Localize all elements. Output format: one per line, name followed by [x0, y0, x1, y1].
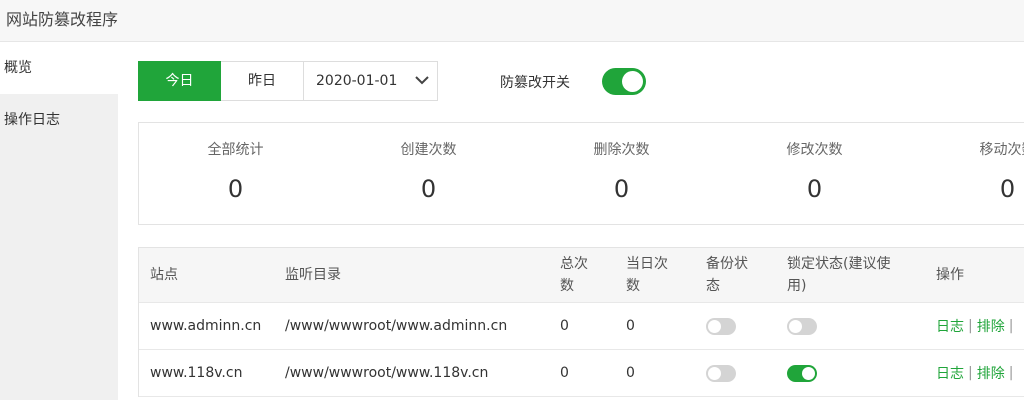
stat-value: 0: [613, 175, 630, 203]
site-table: 站点 监听目录 总次数 当日次数 备份状态 锁定状态(建议使 用) 操作 www.…: [138, 247, 1024, 397]
separator: |: [968, 318, 973, 334]
lock-cell: [787, 350, 917, 396]
log-link[interactable]: 日志: [936, 363, 964, 383]
stat-value: 0: [999, 175, 1016, 203]
yesterday-button[interactable]: 昨日: [221, 61, 304, 101]
toggle-knob: [622, 71, 643, 92]
protect-switch-label: 防篡改开关: [500, 75, 570, 91]
header-total-line2: 数: [560, 278, 574, 294]
toggle-knob: [802, 366, 815, 380]
stat-value: 0: [227, 175, 244, 203]
stat-total: 全部统计 0: [139, 123, 332, 226]
lock-toggle[interactable]: [787, 364, 817, 382]
header-ops: 操作: [936, 267, 964, 283]
stat-label: 修改次数: [786, 142, 843, 158]
date-select-value: 2020-01-01: [316, 73, 398, 89]
app-title: 网站防篡改程序: [6, 10, 119, 29]
header-site: 站点: [150, 267, 178, 283]
today-button[interactable]: 今日: [138, 61, 221, 101]
ops-cell: 日志 | 排除 |: [936, 350, 1024, 396]
sidebar-item-operation-log[interactable]: 操作日志: [0, 94, 118, 146]
toggle-knob: [789, 319, 802, 333]
separator: |: [1008, 318, 1014, 334]
date-select[interactable]: 2020-01-01: [304, 61, 438, 101]
stat-delete: 删除次数 0: [525, 123, 718, 226]
site-cell: www.118v.cn: [150, 350, 270, 396]
dir-cell: /www/wwwroot/www.adminn.cn: [285, 318, 508, 334]
chevron-down-icon: [407, 73, 437, 89]
main-panel: 今日 昨日 2020-01-01 防篡改开关 全部统计 0 创建次数 0 删除次…: [118, 42, 1024, 400]
header-dir: 监听目录: [285, 267, 341, 283]
exclude-link[interactable]: 排除: [977, 316, 1005, 336]
stats-panel: 全部统计 0 创建次数 0 删除次数 0 修改次数 0 移动次数 0: [138, 122, 1024, 225]
site-cell: www.adminn.cn: [150, 303, 270, 349]
stat-modify: 修改次数 0: [718, 123, 911, 226]
exclude-link[interactable]: 排除: [977, 363, 1005, 383]
header-total: 总次数: [560, 248, 610, 302]
table-row: www.adminn.cn /www/wwwroot/www.adminn.cn…: [139, 303, 1024, 350]
backup-cell: [706, 350, 766, 396]
site-name: www.118v.cn: [150, 365, 243, 381]
header-total-line1: 总次: [560, 256, 588, 272]
site-name: www.adminn.cn: [150, 318, 262, 334]
date-filter-group: 今日 昨日 2020-01-01: [138, 61, 438, 101]
header-daily-line1: 当日次: [626, 256, 668, 272]
separator: |: [968, 365, 973, 381]
header-lock-line2: 用): [787, 278, 807, 294]
dir-cell: /www/wwwroot/www.118v.cn: [285, 365, 489, 381]
lock-cell: [787, 303, 917, 349]
sidebar: 概览 操作日志: [0, 42, 118, 400]
stat-create: 创建次数 0: [332, 123, 525, 226]
log-link[interactable]: 日志: [936, 316, 964, 336]
table-header-row: 站点 监听目录 总次数 当日次数 备份状态 锁定状态(建议使 用) 操作: [139, 248, 1024, 303]
backup-toggle[interactable]: [706, 317, 736, 335]
table-row: www.118v.cn /www/wwwroot/www.118v.cn 0 0…: [139, 350, 1024, 397]
total-cell: 0: [560, 365, 569, 381]
separator: |: [1008, 365, 1014, 381]
stat-value: 0: [420, 175, 437, 203]
header-backup: 备份状态: [706, 248, 766, 302]
stat-label: 删除次数: [593, 142, 650, 158]
ops-cell: 日志 | 排除 |: [936, 303, 1024, 349]
toggle-knob: [708, 366, 721, 380]
header-daily-line2: 数: [626, 278, 640, 294]
stat-value: 0: [806, 175, 823, 203]
daily-cell: 0: [626, 318, 635, 334]
backup-toggle[interactable]: [706, 364, 736, 382]
header-lock: 锁定状态(建议使 用): [787, 248, 917, 302]
stat-label: 创建次数: [400, 142, 457, 158]
header-daily: 当日次数: [626, 248, 686, 302]
protect-switch-toggle[interactable]: [602, 68, 646, 95]
stat-label: 移动次数: [979, 142, 1024, 158]
backup-cell: [706, 303, 766, 349]
header-backup-line2: 态: [706, 278, 720, 294]
toggle-knob: [708, 319, 721, 333]
total-cell: 0: [560, 318, 569, 334]
header-lock-line1: 锁定状态(建议使: [787, 256, 891, 272]
lock-toggle[interactable]: [787, 317, 817, 335]
title-bar: 网站防篡改程序: [0, 0, 1024, 42]
stat-move: 移动次数 0: [911, 123, 1024, 226]
header-backup-line1: 备份状: [706, 256, 748, 272]
sidebar-item-overview[interactable]: 概览: [0, 42, 118, 94]
daily-cell: 0: [626, 365, 635, 381]
stat-label: 全部统计: [207, 142, 264, 158]
